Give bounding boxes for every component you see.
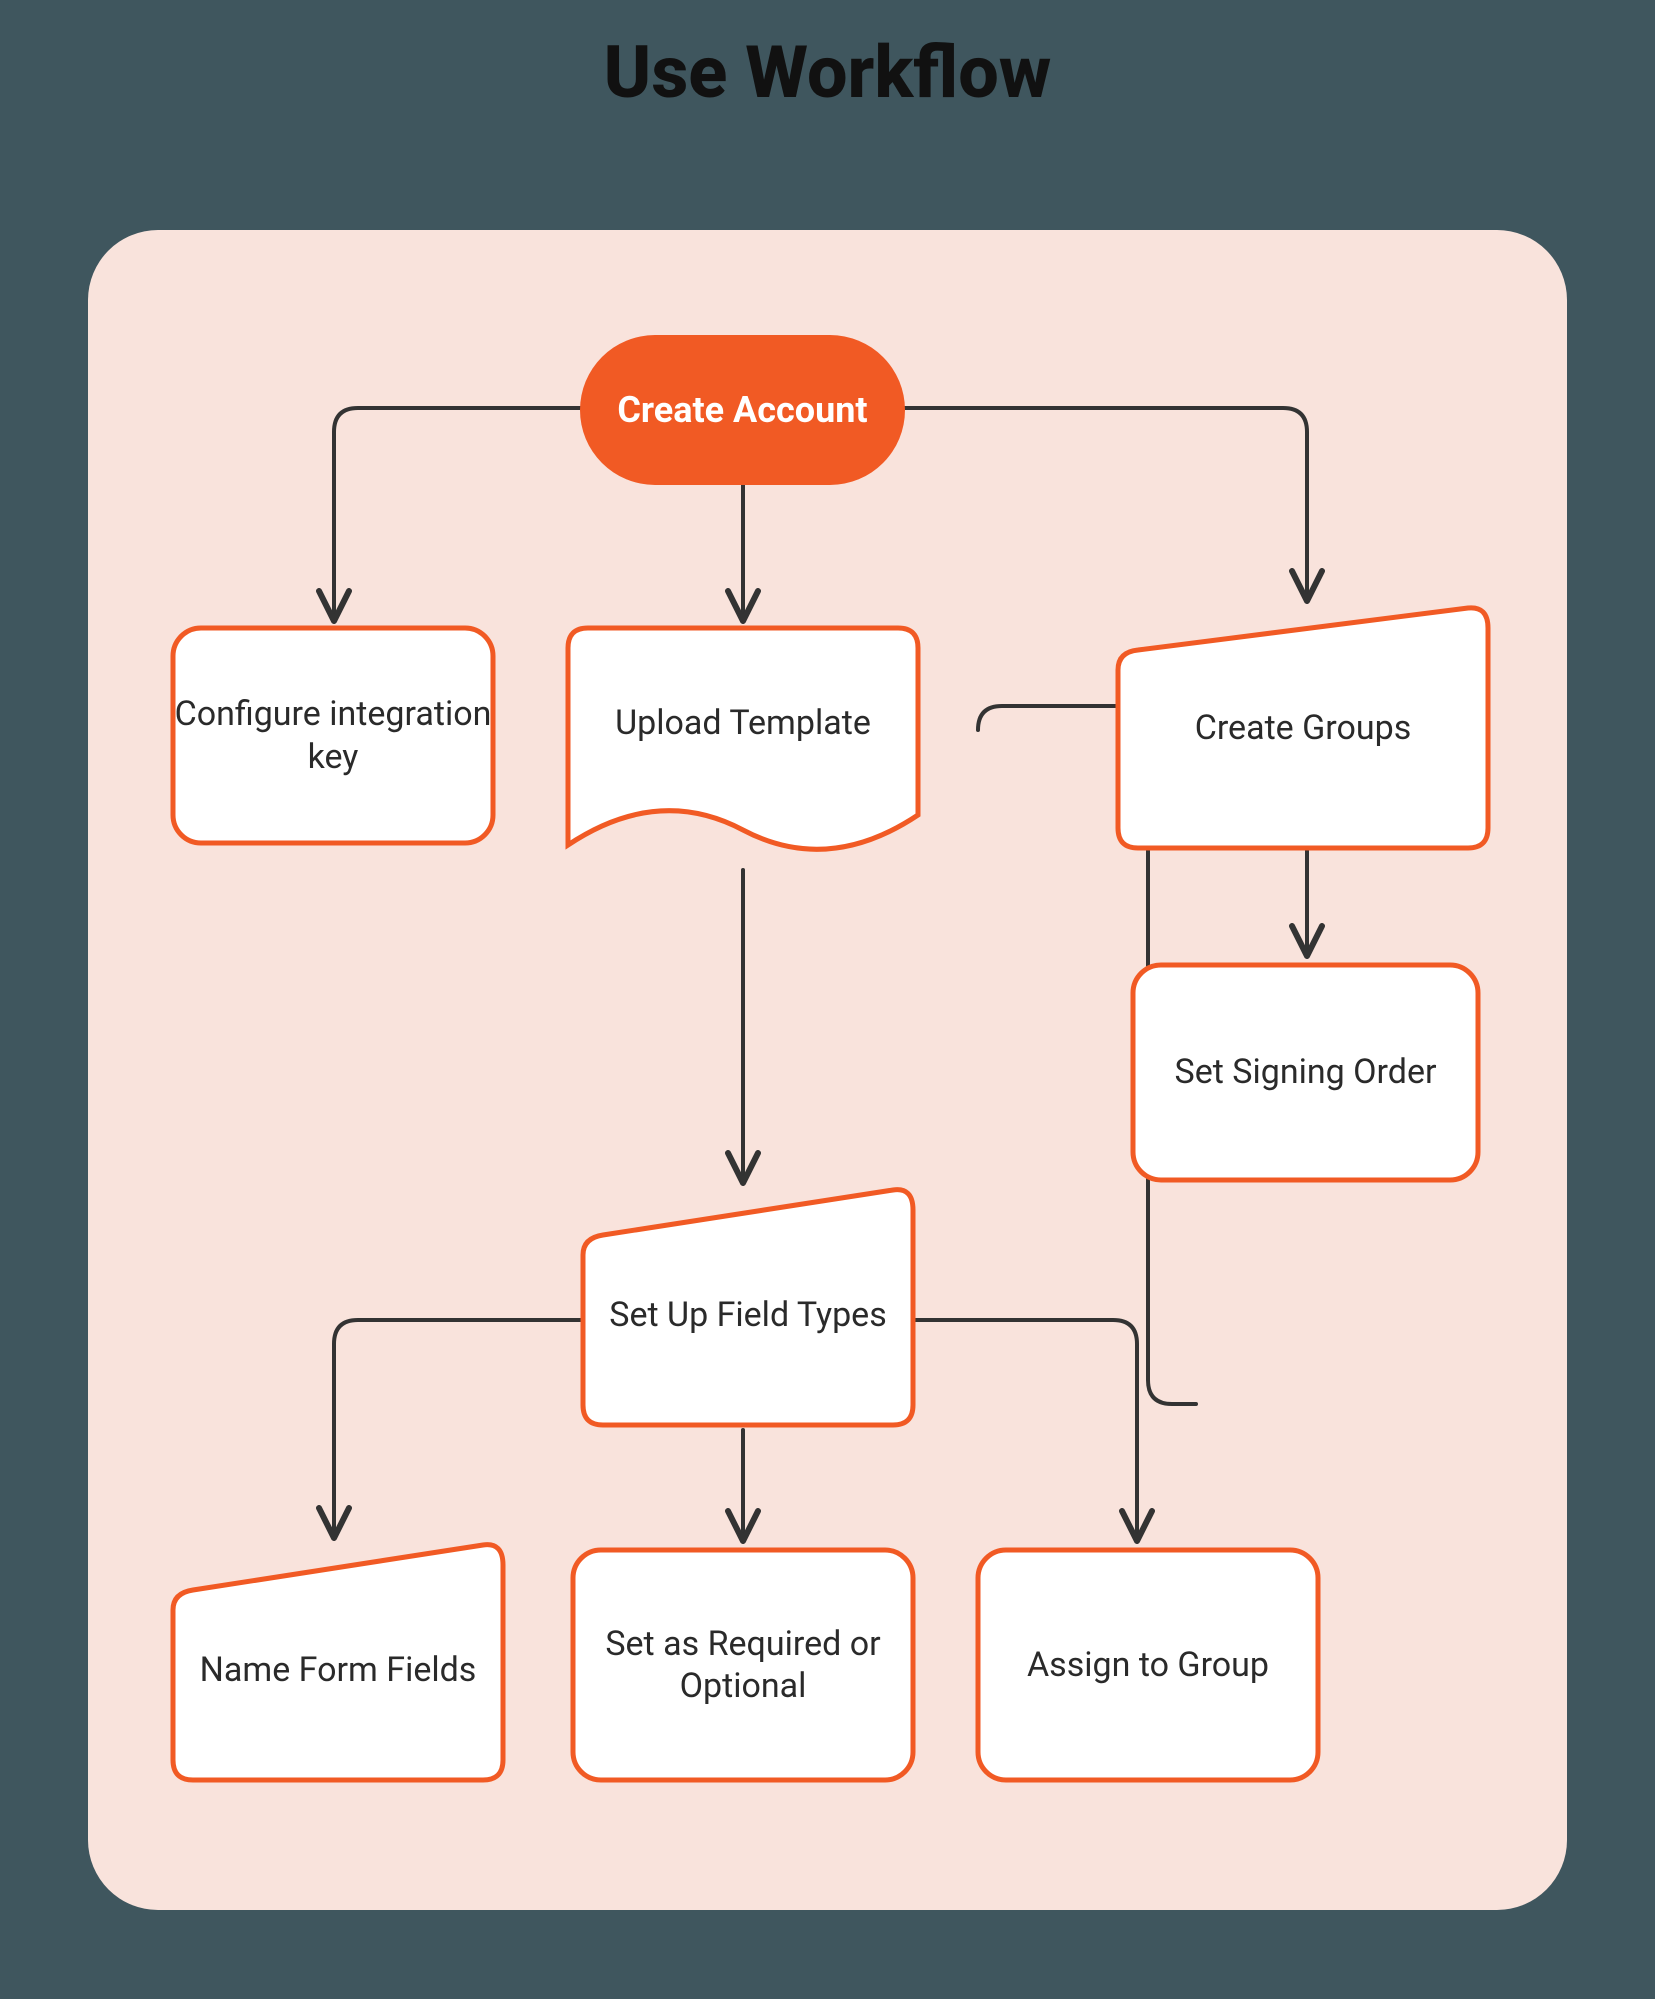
label-set-required: Set as Required or Optional <box>573 1550 913 1780</box>
label-upload-template: Upload Template <box>568 628 918 818</box>
label-create-account: Create Account <box>580 335 905 485</box>
label-configure-key: Configure integration key <box>173 628 493 843</box>
label-set-field-types: Set Up Field Types <box>583 1215 913 1415</box>
label-assign-group: Assign to Group <box>978 1550 1318 1780</box>
label-create-groups: Create Groups <box>1118 628 1488 828</box>
label-name-fields: Name Form Fields <box>173 1570 503 1770</box>
edge-create-to-configure <box>334 408 613 618</box>
workflow-panel: Create Account Configure integration key… <box>88 230 1567 1910</box>
edge-fieldtypes-to-assign <box>908 1320 1137 1538</box>
label-set-signing: Set Signing Order <box>1133 965 1478 1180</box>
page-title: Use Workflow <box>0 0 1655 115</box>
edge-create-to-groups <box>873 408 1307 598</box>
edge-fieldtypes-to-namefields <box>334 1320 583 1535</box>
